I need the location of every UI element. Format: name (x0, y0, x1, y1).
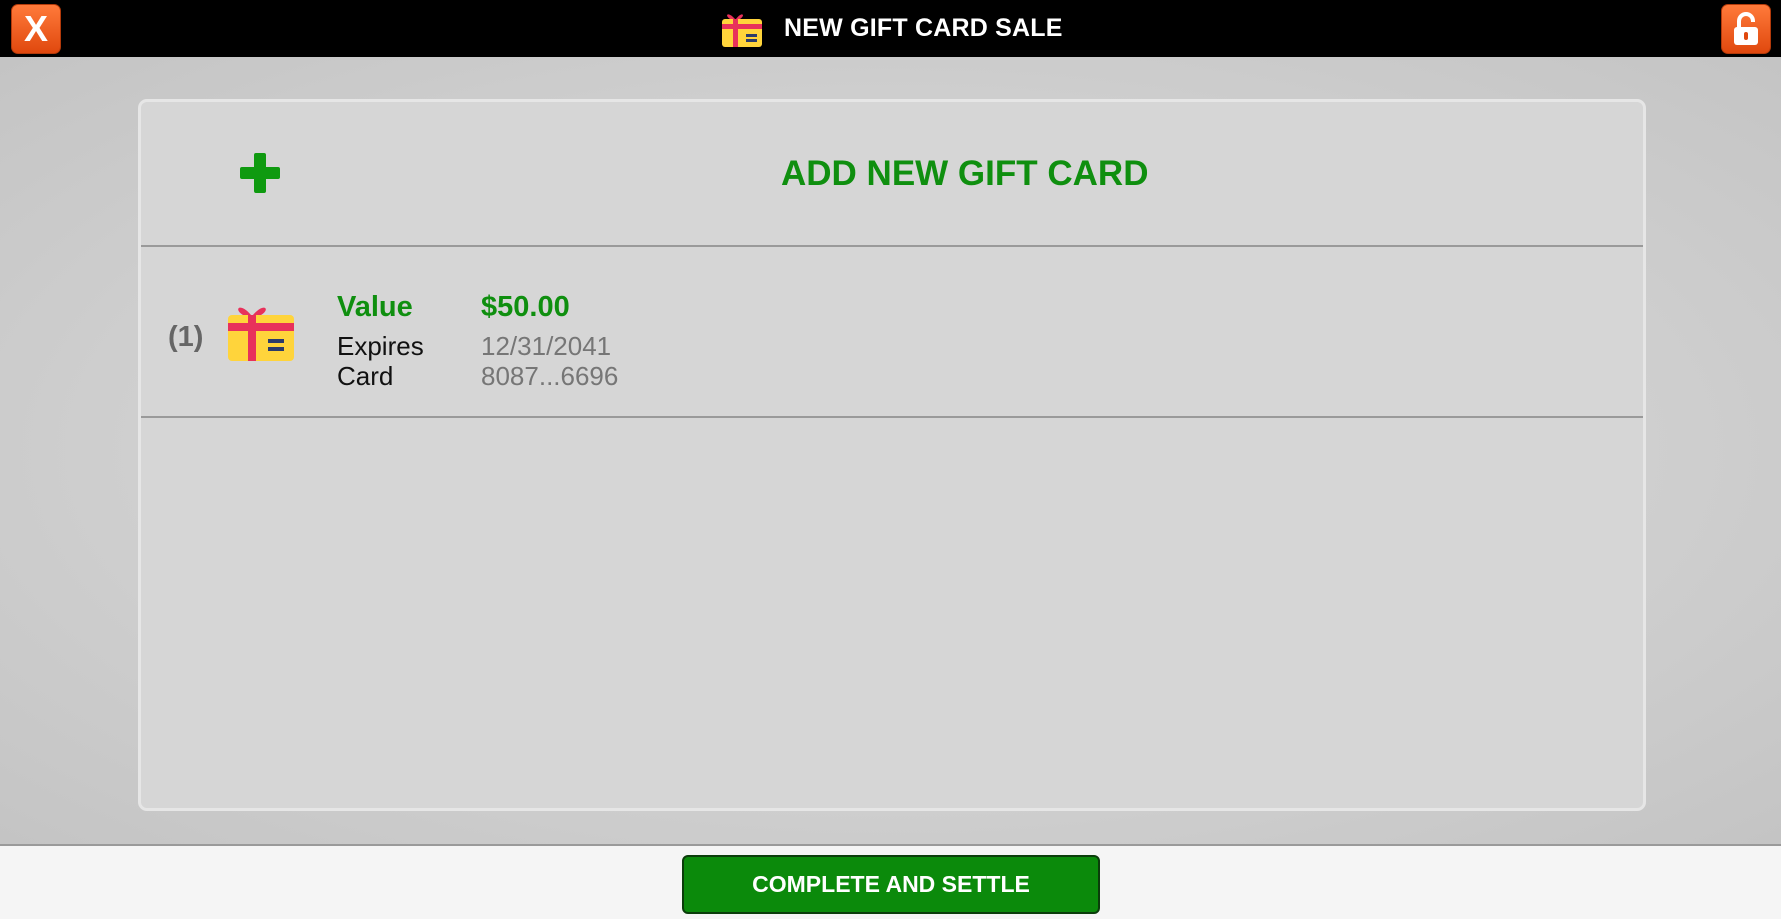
card-index: (1) (168, 321, 204, 353)
value-amount: $50.00 (481, 291, 570, 323)
card-label: Card (337, 361, 394, 391)
title-group: NEW GIFT CARD SALE (720, 0, 1063, 57)
close-x-icon: X (23, 8, 48, 49)
expires-label: Expires (337, 331, 424, 361)
main-area: ADD NEW GIFT CARD (1) Value $50.00 Expir… (0, 57, 1781, 844)
gift-card-icon (228, 307, 294, 361)
gift-card-icon (722, 13, 762, 47)
add-gift-card-label: ADD NEW GIFT CARD (781, 154, 1149, 193)
unlock-icon (1734, 12, 1758, 45)
add-gift-card-row[interactable]: ADD NEW GIFT CARD (141, 102, 1643, 247)
gift-card-panel: ADD NEW GIFT CARD (1) Value $50.00 Expir… (138, 99, 1646, 811)
bottom-bar: COMPLETE AND SETTLE (0, 844, 1781, 919)
top-bar: X NEW GIFT CARD SALE (0, 0, 1781, 57)
close-button[interactable]: X (11, 4, 61, 54)
gift-card-list-item[interactable]: (1) Value $50.00 Expires 12/31/2041 Card… (141, 249, 1643, 418)
value-label: Value (337, 291, 413, 323)
page-title: NEW GIFT CARD SALE (784, 14, 1063, 42)
lock-button[interactable] (1721, 4, 1771, 54)
complete-and-settle-button[interactable]: COMPLETE AND SETTLE (682, 855, 1100, 914)
expires-date: 12/31/2041 (481, 331, 612, 361)
card-number: 8087...6696 (481, 361, 619, 391)
plus-icon (240, 153, 280, 193)
